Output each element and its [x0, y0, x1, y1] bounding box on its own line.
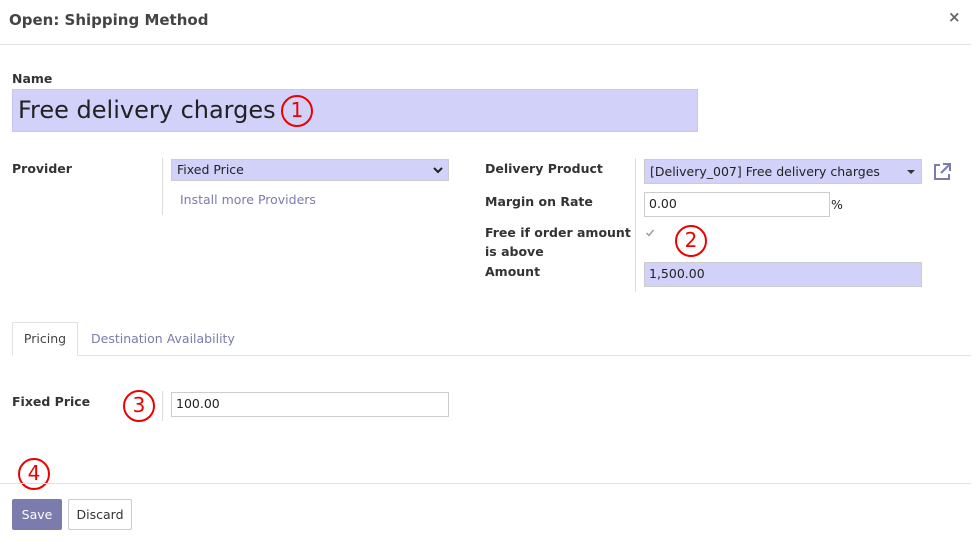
delivery-product-label: Delivery Product	[485, 161, 603, 176]
margin-label: Margin on Rate	[485, 194, 593, 209]
free-if-label-line2: is above	[485, 244, 544, 259]
checkmark-icon	[646, 229, 655, 237]
free-if-label-line1: Free if order amount	[485, 225, 631, 240]
annotation-marker-3: 3	[123, 390, 155, 422]
save-button[interactable]: Save	[12, 499, 62, 530]
discard-button[interactable]: Discard	[68, 499, 132, 530]
fixed-price-label: Fixed Price	[12, 394, 91, 409]
provider-label: Provider	[12, 161, 72, 176]
margin-unit: %	[831, 197, 843, 212]
free-if-checkbox[interactable]	[645, 228, 655, 237]
install-providers-link[interactable]: Install more Providers	[180, 192, 316, 207]
tab-destination-availability[interactable]: Destination Availability	[91, 331, 235, 346]
divider	[162, 391, 163, 421]
close-icon[interactable]: ×	[948, 8, 961, 26]
name-input[interactable]: Free delivery charges	[12, 89, 698, 132]
tab-pricing[interactable]: Pricing	[12, 322, 78, 356]
provider-select[interactable]: Fixed Price	[171, 159, 449, 181]
delivery-product-value: [Delivery_007] Free delivery charges	[650, 164, 880, 179]
external-link-icon[interactable]	[932, 162, 952, 182]
annotation-marker-4: 4	[18, 458, 50, 490]
annotation-marker-2: 2	[675, 225, 707, 257]
delivery-product-select[interactable]: [Delivery_007] Free delivery charges	[644, 159, 922, 184]
tabs-divider	[12, 355, 971, 356]
divider	[162, 158, 163, 215]
caret-down-icon	[906, 160, 916, 192]
dialog-footer	[0, 483, 971, 484]
provider-select-value: Fixed Price	[177, 162, 244, 177]
annotation-marker-1: 1	[281, 95, 313, 127]
fixed-price-input[interactable]: 100.00	[171, 392, 449, 417]
margin-input[interactable]: 0.00	[644, 192, 830, 217]
amount-label: Amount	[485, 264, 541, 279]
chevron-down-icon	[433, 160, 443, 188]
divider	[635, 158, 636, 292]
amount-input[interactable]: 1,500.00	[644, 262, 922, 287]
dialog-title: Open: Shipping Method	[9, 11, 209, 29]
name-label: Name	[12, 71, 53, 86]
